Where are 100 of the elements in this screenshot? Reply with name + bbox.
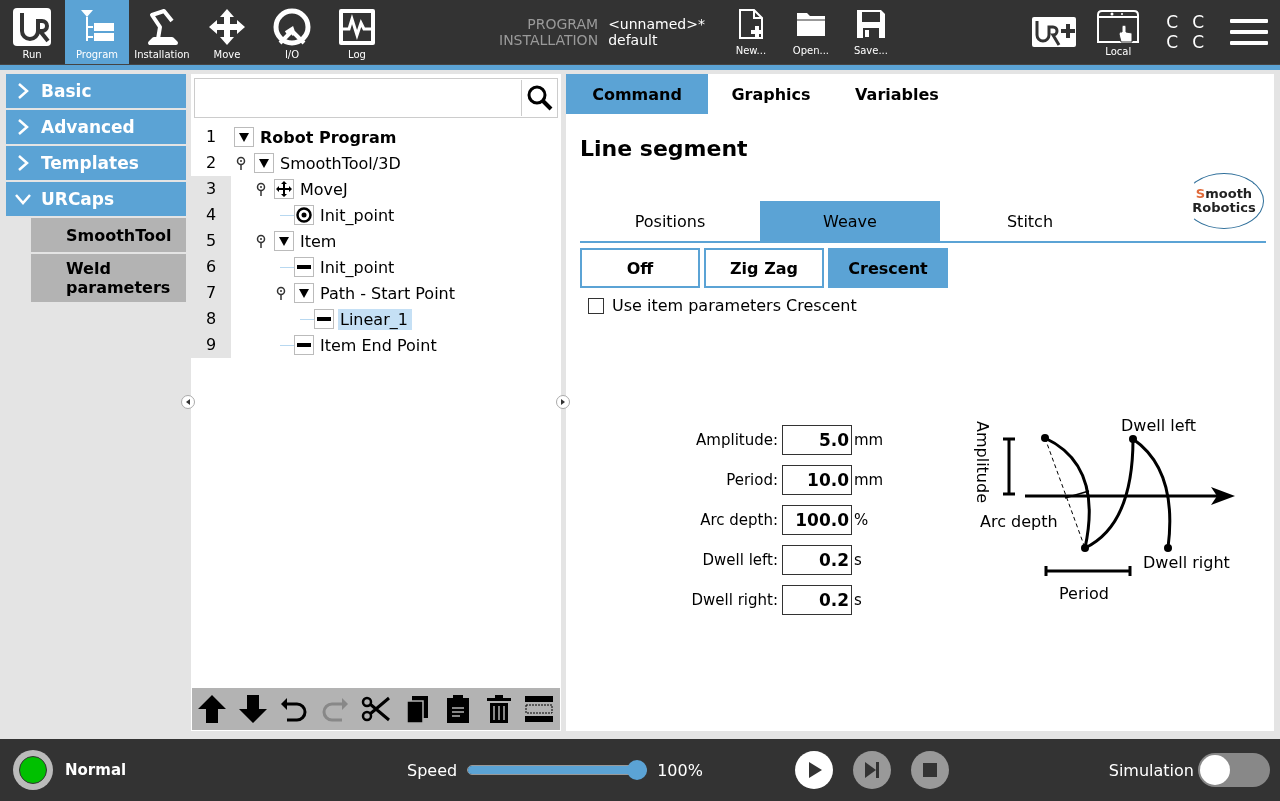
tree-node[interactable]: MoveJ bbox=[300, 178, 352, 200]
local-button[interactable]: Local bbox=[1096, 0, 1141, 64]
file-button[interactable]: Save... bbox=[840, 0, 901, 64]
tree-node[interactable]: Init_point bbox=[320, 256, 399, 278]
unit-label: mm bbox=[854, 431, 884, 449]
tree-node[interactable]: SmoothTool/3D bbox=[280, 152, 405, 174]
mode-button[interactable]: Crescent bbox=[828, 248, 948, 288]
subtab[interactable]: Weave bbox=[760, 201, 940, 241]
speed-label: Speed bbox=[407, 760, 458, 780]
file-button[interactable]: New... bbox=[720, 0, 781, 64]
line-number: 5 bbox=[191, 228, 231, 254]
tree-node[interactable]: Item End Point bbox=[320, 334, 441, 356]
down-arrow-icon bbox=[238, 694, 269, 724]
status-label: Normal bbox=[65, 761, 127, 779]
simulation-label: Simulation bbox=[1108, 760, 1194, 780]
tree-node[interactable]: Path - Start Point bbox=[320, 282, 459, 304]
number-field[interactable]: 5.0 bbox=[782, 425, 852, 455]
play-button[interactable] bbox=[794, 751, 833, 789]
log-graph-icon bbox=[337, 7, 377, 47]
unit-label: s bbox=[854, 591, 863, 609]
number-field[interactable]: 10.0 bbox=[782, 465, 852, 495]
node-type-button[interactable] bbox=[294, 335, 314, 355]
unit-label: s bbox=[854, 551, 863, 569]
move-arrows-icon bbox=[207, 7, 247, 47]
line-number: 6 bbox=[191, 254, 231, 280]
tree-node[interactable]: Linear_1 bbox=[338, 308, 412, 330]
tree-node[interactable]: Init_point bbox=[320, 204, 399, 226]
info-value: <unnamed>* bbox=[608, 16, 705, 32]
pin-icon bbox=[236, 156, 246, 170]
move-arrows-icon bbox=[276, 181, 292, 197]
line-number: 3 bbox=[191, 176, 231, 202]
node-type-button[interactable] bbox=[294, 257, 314, 277]
number-field[interactable]: 0.2 bbox=[782, 585, 852, 615]
urcaps-plus-icon[interactable] bbox=[1032, 17, 1077, 47]
pin-icon bbox=[256, 182, 266, 196]
triangle-down-icon bbox=[278, 235, 290, 247]
node-type-button[interactable] bbox=[294, 205, 314, 225]
subtab[interactable]: Positions bbox=[580, 201, 760, 241]
param-label: Dwell left: bbox=[701, 551, 779, 569]
sidebar-subitem[interactable]: Weld parameters bbox=[31, 254, 186, 302]
speed-slider[interactable] bbox=[467, 760, 648, 780]
triangle-down-icon bbox=[238, 131, 250, 143]
nav-tab[interactable]: Move bbox=[195, 0, 259, 64]
triangle-down-icon bbox=[298, 287, 310, 299]
pin-icon bbox=[256, 234, 266, 248]
checkbox[interactable] bbox=[588, 297, 604, 314]
param-label: Arc depth: bbox=[699, 511, 779, 529]
scissors-icon bbox=[360, 694, 391, 724]
expand-toggle[interactable] bbox=[294, 283, 314, 303]
info-value: default bbox=[608, 32, 659, 48]
tab[interactable]: Graphics bbox=[708, 74, 834, 114]
line-number: 8 bbox=[191, 306, 231, 332]
unit-label: mm bbox=[854, 471, 884, 489]
crescent-weave-drawing: Amplitude Dwell left Arc depth Dwell right Period bbox=[973, 415, 1254, 605]
slider-thumb[interactable] bbox=[627, 760, 648, 780]
unit-label: % bbox=[854, 511, 870, 529]
expand-toggle[interactable] bbox=[234, 127, 254, 147]
line-number: 7 bbox=[191, 280, 231, 306]
status-letter: C bbox=[1166, 32, 1179, 52]
line-number: 2 bbox=[204, 152, 218, 174]
line-number: 4 bbox=[191, 202, 231, 228]
simulation-toggle[interactable] bbox=[1198, 753, 1270, 787]
subtab[interactable]: Stitch bbox=[940, 201, 1120, 241]
sidebar-subitem[interactable]: SmoothTool bbox=[31, 218, 186, 252]
number-field[interactable]: 0.2 bbox=[782, 545, 852, 575]
nav-tab[interactable]: Installation bbox=[130, 0, 194, 64]
up-arrow-icon bbox=[197, 694, 228, 724]
file-button[interactable]: Open... bbox=[780, 0, 841, 64]
mode-button[interactable]: Zig Zag bbox=[704, 248, 824, 288]
node-type-button[interactable] bbox=[314, 309, 334, 329]
info-label: INSTALLATION bbox=[499, 32, 599, 48]
dashed-rectangle-icon bbox=[524, 694, 555, 724]
tab[interactable]: Variables bbox=[834, 74, 960, 114]
param-label: Dwell right: bbox=[690, 591, 779, 609]
expand-toggle[interactable] bbox=[254, 153, 274, 173]
collapse-handle-icon[interactable] bbox=[181, 395, 195, 409]
speed-reading: 100% bbox=[657, 760, 703, 780]
tree-node[interactable]: Item bbox=[300, 230, 341, 252]
expand-toggle[interactable] bbox=[274, 231, 294, 251]
io-circle-icon bbox=[272, 7, 312, 47]
menu-icon[interactable] bbox=[1230, 17, 1268, 47]
checkbox-label: Use item parameters Crescent bbox=[612, 296, 857, 315]
section-title: Line segment bbox=[580, 136, 749, 163]
mode-button[interactable]: Off bbox=[580, 248, 700, 288]
nav-tab[interactable]: Log bbox=[325, 0, 389, 64]
number-field[interactable]: 100.0 bbox=[782, 505, 852, 535]
pin-icon bbox=[276, 286, 286, 300]
status-letter: C bbox=[1192, 32, 1204, 52]
status-letter: C bbox=[1192, 12, 1204, 32]
nav-tab[interactable]: Run bbox=[0, 0, 64, 64]
tree-node[interactable]: Robot Program bbox=[260, 126, 401, 148]
node-type-button[interactable] bbox=[274, 179, 294, 199]
run-icon bbox=[12, 7, 52, 47]
tab[interactable]: Command bbox=[566, 74, 708, 114]
tablet-touch-icon bbox=[1096, 10, 1141, 44]
param-label: Period: bbox=[725, 471, 779, 489]
info-label: PROGRAM bbox=[526, 16, 599, 32]
line-number: 9 bbox=[191, 332, 231, 358]
nav-tab[interactable]: I/O bbox=[260, 0, 324, 64]
line-number: 1 bbox=[204, 126, 218, 148]
